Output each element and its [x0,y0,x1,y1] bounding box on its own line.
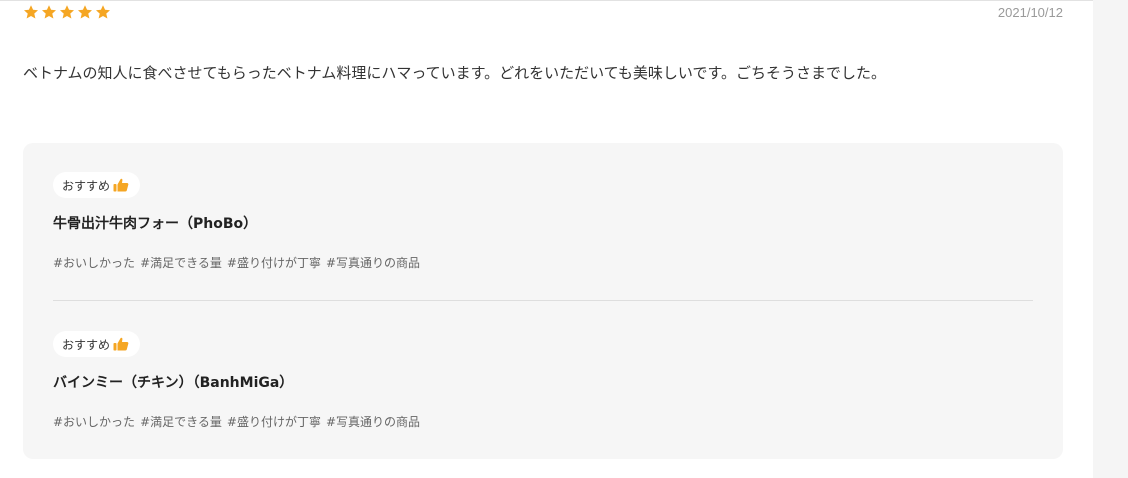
recommend-badge-label: おすすめ [62,178,111,193]
star-icon [95,4,111,20]
tag: #おいしかった [53,415,136,429]
item-name[interactable]: 牛骨出汁牛肉フォー（PhoBo） [53,213,1033,233]
star-icon [59,4,75,20]
recommend-badge: おすすめ [53,172,141,198]
item-tags: #おいしかった #満足できる量 #盛り付けが丁寧 #写真通りの商品 [53,413,1033,430]
review-comment: ベトナムの知人に食べさせてもらったベトナム料理にハマっています。どれをいただいて… [23,64,886,82]
item-name[interactable]: バインミー（チキン）（BanhMiGa） [53,372,1033,392]
recommend-badge-label: おすすめ [62,337,111,352]
scrollbar-track[interactable] [1093,0,1128,478]
tag: #写真通りの商品 [325,415,421,429]
tag: #盛り付けが丁寧 [226,415,321,429]
tag: #おいしかった [53,256,136,270]
thumbs-up-icon [110,178,129,192]
ordered-items-box: おすすめ 牛骨出汁牛肉フォー（PhoBo） #おいしかった #満足できる量 #盛… [23,143,1063,459]
ordered-item: おすすめ バインミー（チキン）（BanhMiGa） #おいしかった #満足できる… [53,331,1033,430]
recommend-badge: おすすめ [53,331,141,357]
tag: #満足できる量 [140,415,222,429]
item-divider [53,300,1033,301]
review-date: 2021/10/12 [997,5,1063,20]
star-icon [23,4,39,20]
tag: #写真通りの商品 [325,256,421,270]
thumbs-up-icon [110,337,129,351]
tag: #盛り付けが丁寧 [226,256,321,270]
item-tags: #おいしかった #満足できる量 #盛り付けが丁寧 #写真通りの商品 [53,254,1033,271]
ordered-item: おすすめ 牛骨出汁牛肉フォー（PhoBo） #おいしかった #満足できる量 #盛… [53,172,1033,271]
star-icon [41,4,57,20]
star-rating [23,4,111,20]
top-divider [0,0,1093,1]
review-page: 2021/10/12 ベトナムの知人に食べさせてもらったベトナム料理にハマってい… [0,0,1128,478]
tag: #満足できる量 [140,256,222,270]
star-icon [77,4,93,20]
